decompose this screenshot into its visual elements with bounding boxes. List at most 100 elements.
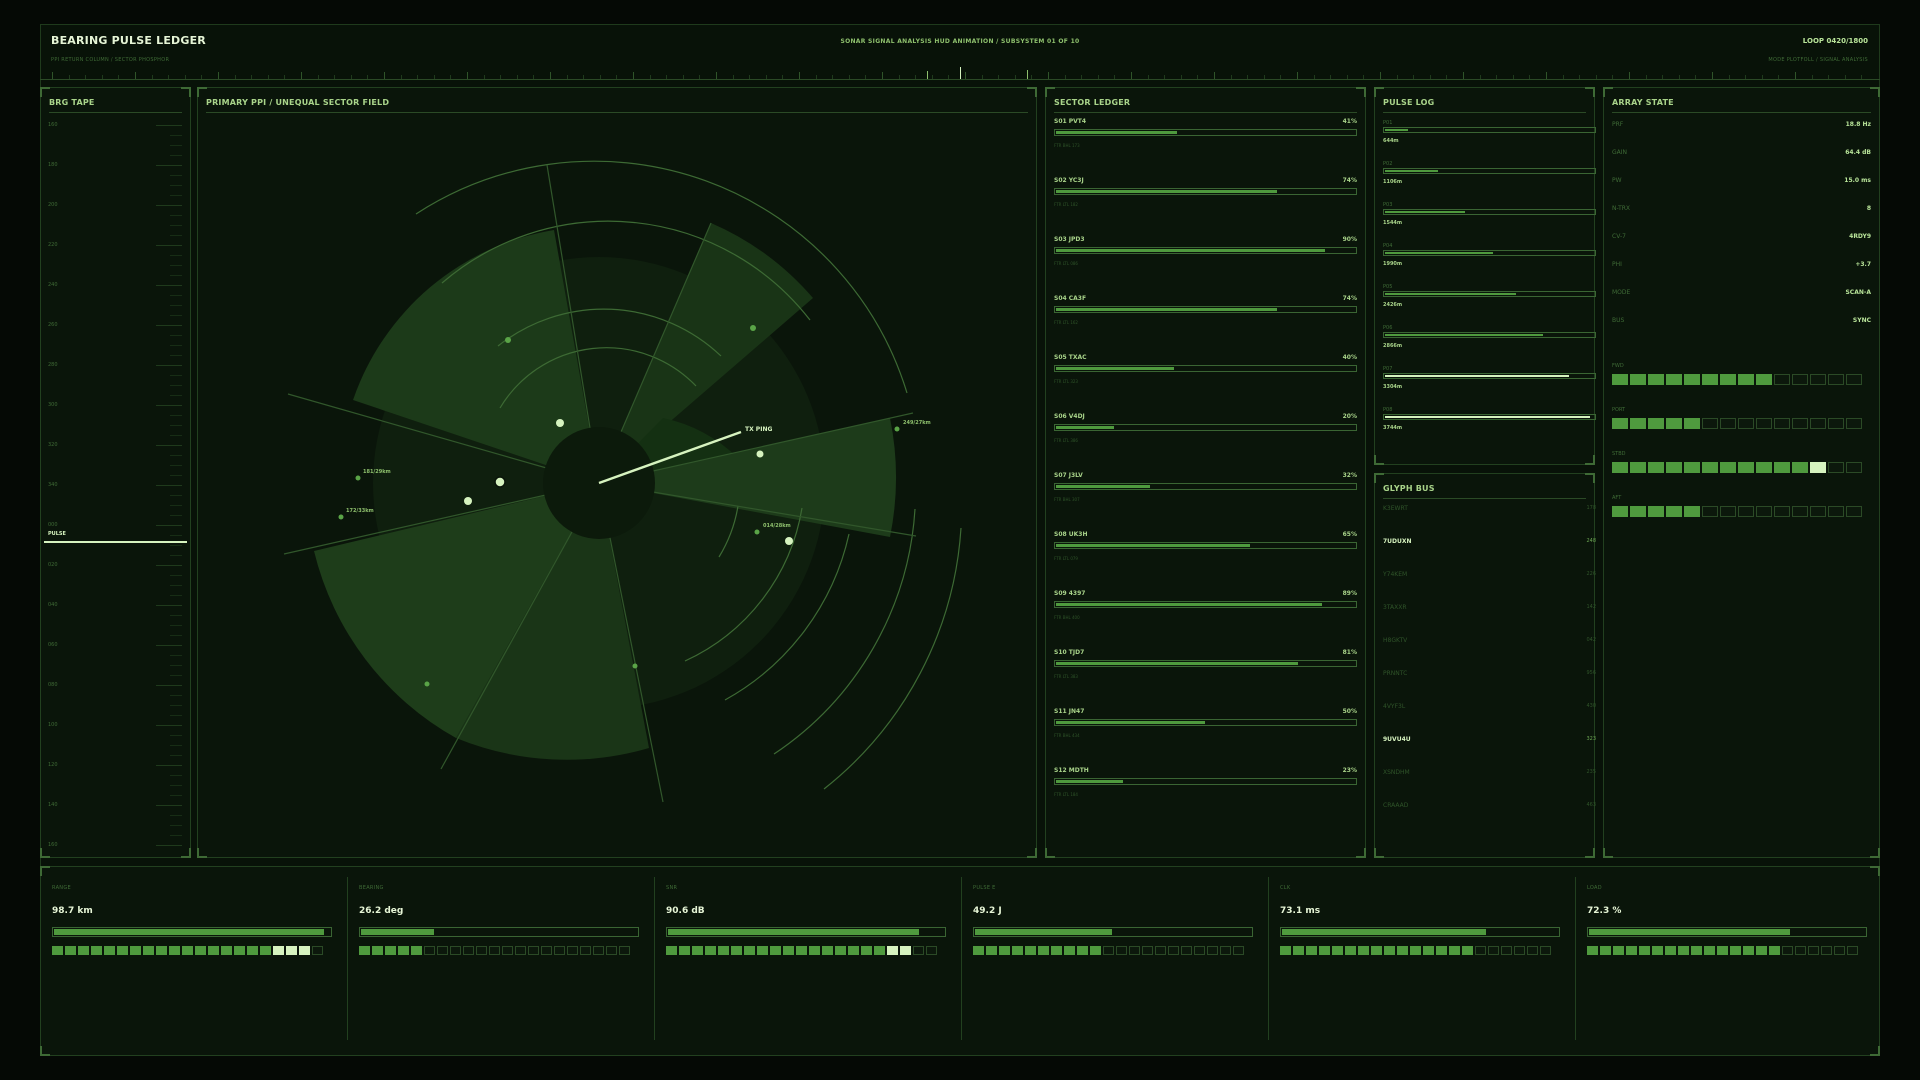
glyph-number: 956 [1586, 670, 1596, 676]
array-state-row: PHI +3.7 [1612, 261, 1871, 275]
glyph-bus-row[interactable]: 9UVU4U 323 [1383, 736, 1596, 750]
glyph-bus-row[interactable]: XSNDHM 235 [1383, 769, 1596, 783]
ruler-tick [135, 72, 136, 79]
pulse-bar-track [1383, 414, 1596, 420]
sector-row[interactable]: S12 MDTH 23% FTR LTL 184 [1054, 767, 1357, 826]
tape-minor-tick [170, 155, 182, 156]
tape-bearing-label: 100 [48, 722, 58, 728]
sector-row[interactable]: S04 CA3F 74% FTR LTL 162 [1054, 295, 1357, 354]
segment-cell [1648, 506, 1664, 517]
glyph-bus-row[interactable]: K3EWRT 178 [1383, 505, 1596, 519]
metric-segment [221, 946, 232, 955]
metric-bar-fill [54, 929, 325, 935]
ppi-scope[interactable]: TX PING 249/27km 181/29km 172/33km 014/2… [198, 88, 1036, 857]
segment-cell [1720, 462, 1736, 473]
glyph-bus-row[interactable]: Y74KEM 226 [1383, 571, 1596, 585]
array-state-value: +3.7 [1855, 261, 1871, 268]
ruler-tick [334, 75, 336, 79]
sector-row[interactable]: S09 4397 89% FTR BHL 400 [1054, 590, 1357, 649]
ruler-tick [450, 75, 452, 79]
ruler-tick [799, 72, 800, 79]
array-state-key: MODE [1612, 289, 1631, 296]
segment-cell [1630, 418, 1646, 429]
tape-minor-tick [170, 305, 182, 306]
metric-value: 72.3 % [1587, 906, 1622, 916]
sector-row[interactable]: S10 TJD7 81% FTR LTL 383 [1054, 649, 1357, 708]
panel-divider [1054, 112, 1357, 113]
tape-minor-tick [170, 425, 182, 426]
segment-cell [1684, 462, 1700, 473]
glyph-bus-row[interactable]: H8GKTV 042 [1383, 637, 1596, 651]
sector-meta: FTR LTL 182 [1054, 202, 1078, 207]
metric-segment [398, 946, 409, 955]
pulse-log-row[interactable]: P08 3744m [1383, 407, 1596, 448]
ruler-tick [1014, 75, 1016, 79]
glyph-bus-row[interactable]: 3TAXXR 142 [1383, 604, 1596, 618]
metric-bar-fill [361, 929, 435, 935]
metric-segment-row [52, 946, 323, 955]
sector-bar-fill [1056, 485, 1151, 488]
metric-segment [1129, 946, 1140, 955]
pulse-log-row[interactable]: P05 2426m [1383, 284, 1596, 325]
pulse-log-row[interactable]: P04 1990m [1383, 243, 1596, 284]
ruler-tick [118, 75, 120, 79]
tape-major-tick [156, 765, 182, 766]
sector-row[interactable]: S07 J3LV 32% FTR BHL 307 [1054, 472, 1357, 531]
pulse-log-row[interactable]: P03 1544m [1383, 202, 1596, 243]
ruler-tick [218, 72, 219, 79]
sector-row[interactable]: S05 TXAC 40% FTR LTL 323 [1054, 354, 1357, 413]
ruler-tick [1330, 75, 1332, 79]
tape-minor-tick [170, 775, 182, 776]
metric-segment [1306, 946, 1317, 955]
tape-minor-tick [170, 455, 182, 456]
ruler-tick [234, 75, 236, 79]
metric-cell: RANGE 98.7 km [41, 867, 348, 1050]
segment-group-label: FWD [1612, 363, 1624, 369]
tape-major-tick [156, 645, 182, 646]
sector-row[interactable]: S01 PVT4 41% FTR BHL 173 [1054, 118, 1357, 177]
segment-cell [1810, 506, 1826, 517]
ruler-tick [1313, 75, 1315, 79]
metric-segment [1626, 946, 1637, 955]
array-state-row: PRF 18.8 Hz [1612, 121, 1871, 135]
pulse-log-row[interactable]: P07 3304m [1383, 366, 1596, 407]
tape-minor-tick [170, 495, 182, 496]
metric-segment [718, 946, 729, 955]
ruler-tick [898, 75, 900, 79]
segment-cell [1846, 462, 1862, 473]
glyph-number: 430 [1586, 703, 1596, 709]
sector-row[interactable]: S02 YC3J 74% FTR LTL 182 [1054, 177, 1357, 236]
metric-bar-track [666, 927, 946, 937]
tape-minor-tick [170, 275, 182, 276]
array-state-panel: ARRAY STATE PRF 18.8 Hz GAIN 64.4 dB PW 15.0 … [1603, 87, 1880, 858]
ruler-tick [201, 75, 203, 79]
sector-row[interactable]: S11 JN47 50% FTR BHL 434 [1054, 708, 1357, 767]
pulse-log-row[interactable]: P02 1106m [1383, 161, 1596, 202]
metric-segment [450, 946, 461, 955]
glyph-bus-row[interactable]: CRAAAD 463 [1383, 802, 1596, 816]
segment-cell [1666, 462, 1682, 473]
pulse-id: P07 [1383, 366, 1393, 372]
ruler-tick [749, 75, 751, 79]
glyph-bus-row[interactable]: 7UDUXN 248 [1383, 538, 1596, 552]
glyph-code: K3EWRT [1383, 505, 1408, 512]
metric-segment [1514, 946, 1525, 955]
pulse-log-row[interactable]: P01 644m [1383, 120, 1596, 161]
sector-name: S08 UK3H [1054, 531, 1088, 538]
metric-segment [580, 946, 591, 955]
ruler-tick [998, 75, 1000, 79]
ruler-tick [1463, 72, 1464, 79]
metric-bar-fill [1282, 929, 1486, 935]
sector-row[interactable]: S08 UK3H 65% FTR LTL 079 [1054, 531, 1357, 590]
pulse-marker[interactable] [44, 541, 187, 543]
glyph-bus-row[interactable]: PRNNTC 956 [1383, 670, 1596, 684]
sector-row[interactable]: S03 JPD3 90% FTR LTL 086 [1054, 236, 1357, 295]
sector-row[interactable]: S06 V4DJ 20% FTR LTL 386 [1054, 413, 1357, 472]
glyph-bus-row[interactable]: 4VYF3L 430 [1383, 703, 1596, 717]
metric-cell: PULSE E 49.2 J [962, 867, 1269, 1050]
tape-minor-tick [170, 415, 182, 416]
pulse-log-row[interactable]: P06 2866m [1383, 325, 1596, 366]
metric-segment [1345, 946, 1356, 955]
metric-segment [848, 946, 859, 955]
metric-segment [666, 946, 677, 955]
